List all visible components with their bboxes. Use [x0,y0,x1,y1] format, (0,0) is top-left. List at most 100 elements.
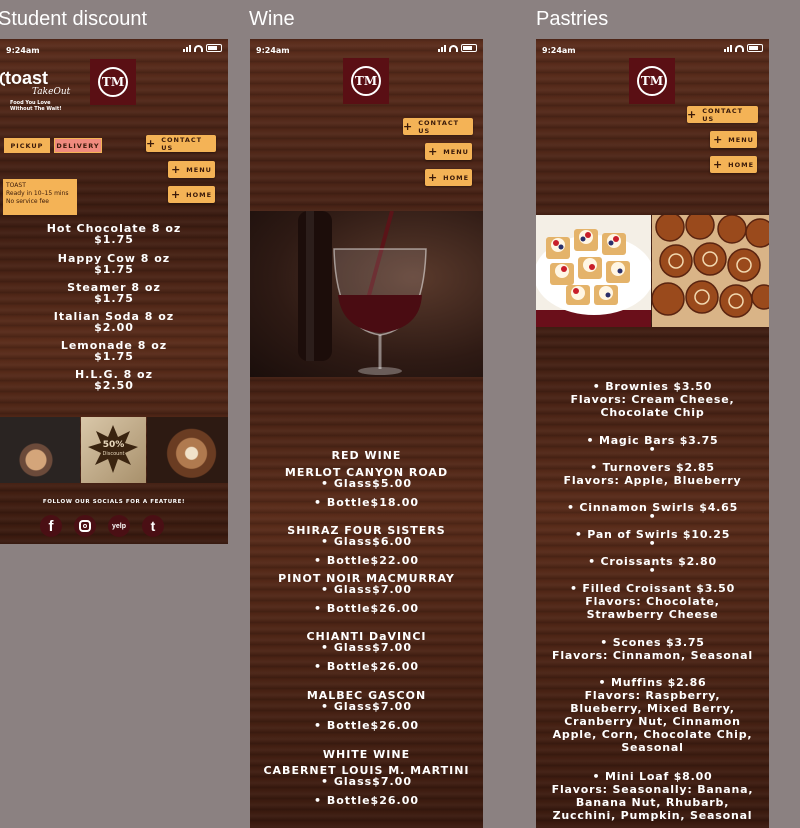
plus-icon: + [170,187,182,201]
menu-label: MENU [186,165,212,174]
tm-logo[interactable]: TM [629,58,675,104]
home-label: HOME [728,160,755,169]
pastry-item: • Magic Bars $3.75 • [586,434,719,456]
toast-sub: TakeOut [32,87,71,97]
pastry-item: • Muffins $2.86 Flavors: Raspberry, Blue… [552,676,753,754]
contact-us-button[interactable]: + CONTACT US [403,118,473,135]
pastries-screen: 9:24am TM + CONTACT US + MENU + HOME • B… [536,39,769,828]
frame-title-wine: Wine [249,8,295,30]
pastry-item: • Scones $3.75 Flavors: Cinnamon, Season… [552,636,753,662]
pickup-button[interactable]: PICKUP [4,138,50,153]
plus-icon: + [713,132,724,146]
menu-item: Lemonade 8 oz $1.75 [60,339,168,363]
socials-label: FOLLOW OUR SOCIALS FOR A FEATURE! [42,499,186,505]
fruit-tart-image [536,229,651,327]
tm-logo-text: TM [98,67,128,97]
pastry-item: • Croissants $2.80 • [588,555,717,577]
plus-icon: + [171,162,182,176]
facebook-icon[interactable]: f [40,515,62,537]
home-button[interactable]: + HOME [425,169,472,186]
menu-button[interactable]: + MENU [425,143,472,160]
wine-menu: RED WINE MERLOT CANYON ROAD • Glass$5.00… [250,449,483,806]
menu-button[interactable]: + MENU [168,161,215,178]
instagram-icon[interactable] [74,515,96,537]
menu-item: Steamer 8 oz $1.75 [67,281,161,305]
toast-logo[interactable]: toast TakeOut Food You Love Without The … [0,69,80,112]
home-label: HOME [186,190,213,199]
frame-title-student: Student discount [0,8,147,30]
wine-item: MALBEC GASCON • Glass$7.00 • Bottle$26.0… [306,689,427,732]
contact-us-button[interactable]: + CONTACT US [146,135,216,152]
signal-icon [183,45,191,52]
menu-label: MENU [728,135,754,144]
wine-item: CABERNET LOUIS M. MARTINI • Glass$7.00 •… [263,764,470,807]
tm-logo-text: TM [351,66,381,96]
status-time: 9:24am [256,46,290,55]
notice-line2: Ready in 10–15 mins [6,190,69,197]
social-icons: f yelp t [40,515,164,537]
cinnamon-buns-photo [652,215,769,327]
status-bar: 9:24am [0,39,228,59]
menu-item: Italian Soda 8 oz $2.00 [53,310,175,334]
plus-icon: + [146,136,157,150]
menu-item: Hot Chocolate 8 oz $1.75 [46,222,182,246]
plus-icon: + [687,107,698,121]
espresso-photo [0,417,80,483]
home-button[interactable]: + HOME [710,156,757,173]
wine-glass-image [298,211,427,375]
tm-logo[interactable]: TM [343,58,389,104]
wine-item: PINOT NOIR MACMURRAY • Glass$7.00 • Bott… [278,572,455,615]
status-bar: 9:24am [250,39,483,59]
contact-us-button[interactable]: + CONTACT US [687,106,758,123]
contact-us-label: CONTACT US [418,118,460,135]
order-notice: TOAST Ready in 10–15 mins No service fee [3,179,77,215]
pastry-item: • Filled Croissant $3.50 Flavors: Chocol… [569,582,736,621]
signal-icon [724,45,732,52]
pastry-item: • Pan of Swirls $10.25 • [574,528,731,550]
wine-item: MERLOT CANYON ROAD • Glass$5.00 • Bottle… [284,466,449,509]
status-icons [438,44,477,52]
plus-icon: + [427,170,439,184]
notice-line1: TOAST [6,182,26,189]
tumblr-icon[interactable]: t [142,515,164,537]
wine-pour-photo [250,211,483,377]
pastry-menu: • Brownies $3.50 Flavors: Cream Cheese, … [536,380,769,822]
pastry-item: • Mini Loaf $8.00 Flavors: Seasonally: B… [551,770,754,822]
tm-logo[interactable]: TM [90,59,136,105]
menu-label: MENU [443,147,469,156]
frame-title-pastries: Pastries [536,8,609,30]
wifi-icon [735,45,744,52]
wine-item: CHIANTI DaVINCI • Glass$7.00 • Bottle$26… [306,630,427,673]
plus-icon: + [428,144,439,158]
red-wine-heading: RED WINE [331,449,402,462]
discount-badge: 50% Discount [102,440,125,458]
cinnamon-buns-image [652,215,769,318]
white-wine-heading: WHITE WINE [322,748,411,761]
menu-button[interactable]: + MENU [710,131,757,148]
menu-item: Happy Cow 8 oz $1.75 [57,252,171,276]
menu-item: H.L.G. 8 oz $2.50 [74,368,154,392]
pastry-item: • Cinnamon Swirls $4.65 • [566,501,739,523]
contact-us-label: CONTACT US [161,135,203,152]
wine-item: SHIRAZ FOUR SISTERS • Glass$6.00 • Bottl… [287,524,446,567]
wifi-icon [194,45,203,52]
wine-screen: 9:24am TM + CONTACT US + MENU + HOME RED WI… [250,39,483,828]
battery-icon [206,44,222,52]
notice-line3: No service fee [6,198,49,205]
discount-photo: 50% Discount [81,417,146,483]
home-button[interactable]: + HOME [168,186,215,203]
student-discount-screen: 9:24am toast TakeOut Food You Love Witho… [0,39,228,544]
home-label: HOME [443,173,470,182]
battery-icon [747,44,763,52]
signal-icon [438,45,446,52]
status-icons [183,44,222,52]
tm-logo-text: TM [637,66,667,96]
delivery-button[interactable]: DELIVERY [54,138,102,153]
status-time: 9:24am [542,46,576,55]
battery-icon [461,44,477,52]
status-time: 9:24am [6,46,40,55]
yelp-icon[interactable]: yelp [108,515,130,537]
fruit-tart-photo [536,215,651,327]
student-menu-list: Hot Chocolate 8 oz $1.75 Happy Cow 8 oz $1… [0,223,228,398]
wifi-icon [449,45,458,52]
